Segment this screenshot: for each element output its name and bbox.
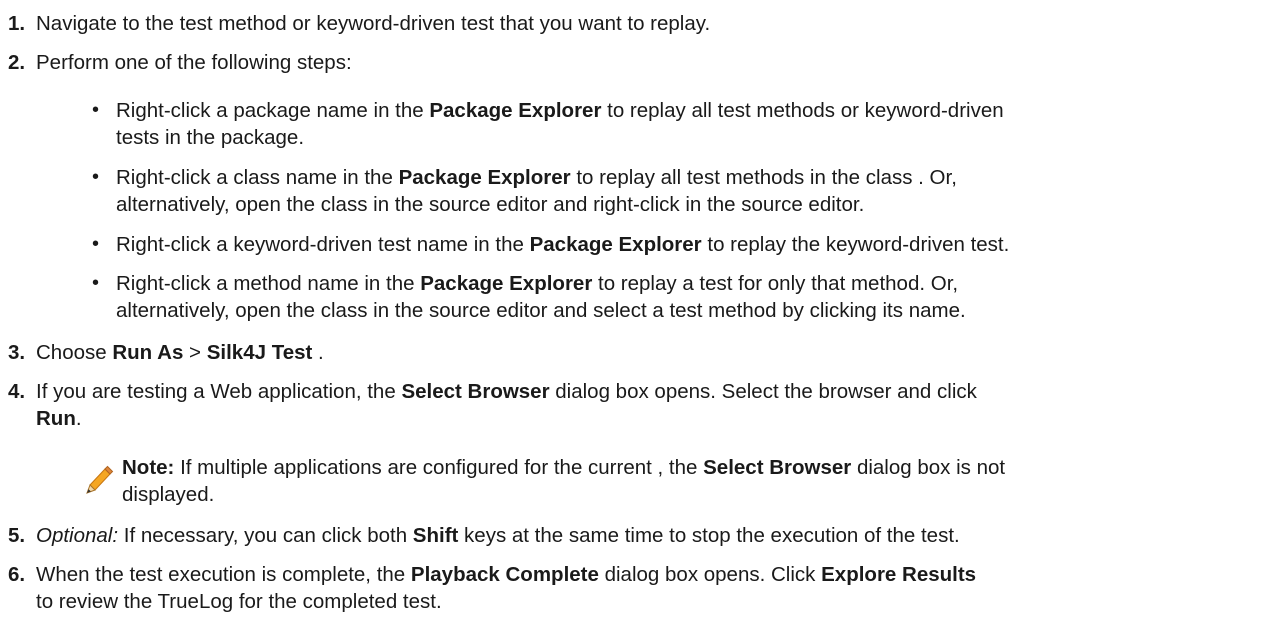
- playback-complete-term: Playback Complete: [410, 563, 599, 586]
- step-4-line-1: If you are testing a Web application, th…: [36, 380, 977, 403]
- bullet-dot: •: [92, 272, 100, 294]
- step-6-number: 6.: [8, 563, 26, 586]
- step-6-line-2: to review the TrueLog for the completed …: [36, 590, 442, 613]
- bullet-3-line-1: Right-click a keyword-driven test name i…: [116, 233, 1010, 256]
- step-5-text: Optional: If necessary, you can click bo…: [36, 524, 960, 547]
- step-2-text: Perform one of the following steps:: [36, 51, 352, 74]
- pencil-icon: [86, 465, 114, 494]
- step-1-text: Navigate to the test method or keyword-d…: [36, 12, 711, 35]
- bullet-1-line-1: Right-click a package name in the Packag…: [116, 99, 1004, 122]
- shift-term: Shift: [412, 524, 459, 547]
- bullet-2-line-2: alternatively, open the class in the sou…: [116, 193, 865, 216]
- package-explorer-term: Package Explorer: [529, 233, 702, 256]
- step-2-number: 2.: [8, 51, 26, 74]
- bullet-1-line-2: tests in the package.: [116, 126, 305, 149]
- run-as-term: Run As: [112, 341, 184, 364]
- step-5-number: 5.: [8, 524, 26, 547]
- bullet-dot: •: [92, 233, 100, 255]
- package-explorer-term: Package Explorer: [429, 99, 602, 122]
- note-label: Note:: [122, 456, 175, 479]
- note-line-1: Note: If multiple applications are confi…: [122, 456, 1006, 479]
- bullet-4-line-1: Right-click a method name in the Package…: [116, 272, 959, 295]
- step-3-number: 3.: [8, 341, 26, 364]
- step-6-line-1: When the test execution is complete, the…: [36, 563, 977, 586]
- optional-label: Optional:: [36, 524, 119, 547]
- package-explorer-term: Package Explorer: [420, 272, 593, 295]
- step-1-number: 1.: [8, 12, 26, 35]
- package-explorer-term: Package Explorer: [398, 166, 571, 189]
- bullet-dot: •: [92, 99, 100, 121]
- select-browser-term: Select Browser: [703, 456, 852, 479]
- run-term: Run: [36, 407, 76, 430]
- bullet-2-line-1: Right-click a class name in the Package …: [116, 166, 957, 189]
- silk4j-test-term: Silk4J Test: [206, 341, 313, 364]
- step-4-line-2: Run.: [36, 407, 82, 430]
- step-3-text: Choose Run As > Silk4J Test .: [36, 341, 324, 364]
- bullet-4-line-2: alternatively, open the class in the sou…: [116, 299, 966, 322]
- note-line-2: displayed.: [122, 483, 215, 506]
- bullet-dot: •: [92, 166, 100, 188]
- step-4-number: 4.: [8, 380, 26, 403]
- explore-results-term: Explore Results: [821, 563, 977, 586]
- select-browser-term: Select Browser: [401, 380, 550, 403]
